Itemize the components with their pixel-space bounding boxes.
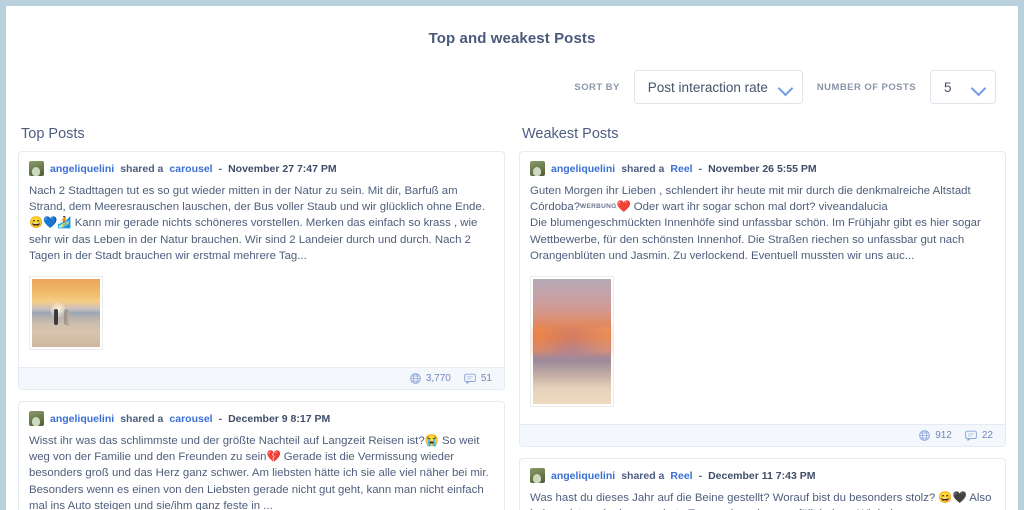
post-body-line-2: Die blumengeschmückten Innenhöfe sind un… bbox=[530, 217, 981, 262]
post-author[interactable]: angeliquelini bbox=[50, 163, 114, 175]
page-title: Top and weakest Posts bbox=[428, 30, 596, 47]
number-of-posts-value: 5 bbox=[944, 79, 952, 95]
sort-by-value: Post interaction rate bbox=[647, 79, 768, 95]
top-posts-heading: Top Posts bbox=[21, 126, 85, 142]
comments-stat: 22 bbox=[965, 430, 993, 442]
post-date: December 9 8:17 PM bbox=[228, 412, 331, 425]
chevron-down-icon bbox=[777, 80, 794, 97]
sort-by-select[interactable]: Post interaction rate bbox=[633, 70, 803, 104]
post-header: angeliquelini shared a Reel - December 1… bbox=[530, 468, 995, 484]
impressions-value: 3,770 bbox=[425, 373, 451, 385]
comments-stat: 51 bbox=[464, 373, 492, 385]
number-of-posts-label: NUMBER OF POSTS bbox=[816, 81, 916, 93]
post-separator: - bbox=[698, 162, 703, 175]
post-author[interactable]: angeliquelini bbox=[551, 163, 615, 175]
post-thumbnail[interactable] bbox=[530, 276, 614, 408]
post-author[interactable]: angeliquelini bbox=[50, 413, 114, 425]
post-card[interactable]: angeliquelini shared a carousel - Novemb… bbox=[18, 151, 505, 391]
avatar bbox=[29, 161, 44, 176]
post-date: November 26 5:55 PM bbox=[708, 162, 817, 175]
post-shared-text: shared a bbox=[120, 162, 164, 175]
impressions-value: 912 bbox=[935, 430, 952, 442]
avatar bbox=[530, 161, 545, 176]
post-type[interactable]: Reel bbox=[670, 470, 692, 482]
post-card[interactable]: angeliquelini shared a carousel - Decemb… bbox=[18, 401, 505, 510]
post-type[interactable]: carousel bbox=[169, 163, 212, 175]
post-separator: - bbox=[218, 412, 223, 425]
post-card[interactable]: angeliquelini shared a Reel - November 2… bbox=[519, 151, 1006, 448]
weakest-posts-column: Weakest Posts angeliquelini shared a Ree… bbox=[519, 126, 1006, 510]
post-body: Guten Morgen ihr Lieben , schlendert ihr… bbox=[530, 183, 995, 264]
post-author[interactable]: angeliquelini bbox=[551, 470, 615, 482]
chevron-down-icon bbox=[970, 80, 987, 97]
post-header: angeliquelini shared a carousel - Decemb… bbox=[29, 411, 494, 427]
comments-icon bbox=[965, 430, 977, 442]
post-date: December 11 7:43 PM bbox=[708, 469, 816, 482]
post-card[interactable]: angeliquelini shared a Reel - December 1… bbox=[519, 458, 1006, 510]
beach-sunset-couple-image bbox=[32, 279, 100, 348]
number-of-posts-select[interactable]: 5 bbox=[930, 70, 996, 104]
comments-icon bbox=[464, 373, 476, 385]
report-page: Top and weakest Posts SORT BY Post inter… bbox=[6, 6, 1018, 510]
impressions-icon bbox=[410, 373, 421, 384]
post-type[interactable]: Reel bbox=[670, 163, 692, 175]
avatar bbox=[530, 468, 545, 484]
posts-columns: Top Posts angeliquelini shared a carouse… bbox=[6, 104, 1018, 510]
comments-value: 51 bbox=[480, 373, 492, 385]
post-separator: - bbox=[218, 162, 223, 175]
post-body-text-b: ❤️ Oder wart ihr sogar schon mal dort? v… bbox=[616, 201, 888, 214]
post-shared-text: shared a bbox=[621, 469, 665, 482]
post-header: angeliquelini shared a Reel - November 2… bbox=[530, 161, 995, 176]
post-body-line-1: Guten Morgen ihr Lieben , schlendert ihr… bbox=[530, 183, 995, 215]
top-posts-column: Top Posts angeliquelini shared a carouse… bbox=[18, 126, 505, 510]
post-body: Nach 2 Stadttagen tut es so gut wieder m… bbox=[29, 185, 485, 262]
post-type[interactable]: carousel bbox=[169, 413, 212, 425]
post-thumbnail[interactable] bbox=[29, 276, 103, 351]
sunset-clouds-image bbox=[533, 279, 611, 405]
sort-by-label: SORT BY bbox=[574, 81, 620, 93]
post-shared-text: shared a bbox=[621, 162, 665, 175]
post-stats: 912 22 bbox=[520, 424, 1005, 447]
post-body: Was hast du dieses Jahr auf die Beine ge… bbox=[530, 492, 992, 510]
post-shared-text: shared a bbox=[120, 412, 164, 425]
impressions-stat: 3,770 bbox=[410, 373, 451, 384]
weakest-posts-heading: Weakest Posts bbox=[522, 126, 619, 142]
impressions-icon bbox=[919, 430, 930, 441]
controls-bar: SORT BY Post interaction rate NUMBER OF … bbox=[6, 47, 1018, 104]
post-body: Wisst ihr was das schlimmste und der grö… bbox=[29, 435, 489, 510]
post-stats: 3,770 51 bbox=[19, 367, 504, 390]
post-separator: - bbox=[698, 469, 703, 482]
comments-value: 22 bbox=[981, 430, 993, 442]
post-date: November 27 7:47 PM bbox=[228, 162, 337, 175]
avatar bbox=[29, 411, 44, 427]
ad-disclosure-badge: WERBUNG bbox=[580, 203, 617, 211]
post-header: angeliquelini shared a carousel - Novemb… bbox=[29, 161, 494, 176]
impressions-stat: 912 bbox=[919, 430, 952, 441]
